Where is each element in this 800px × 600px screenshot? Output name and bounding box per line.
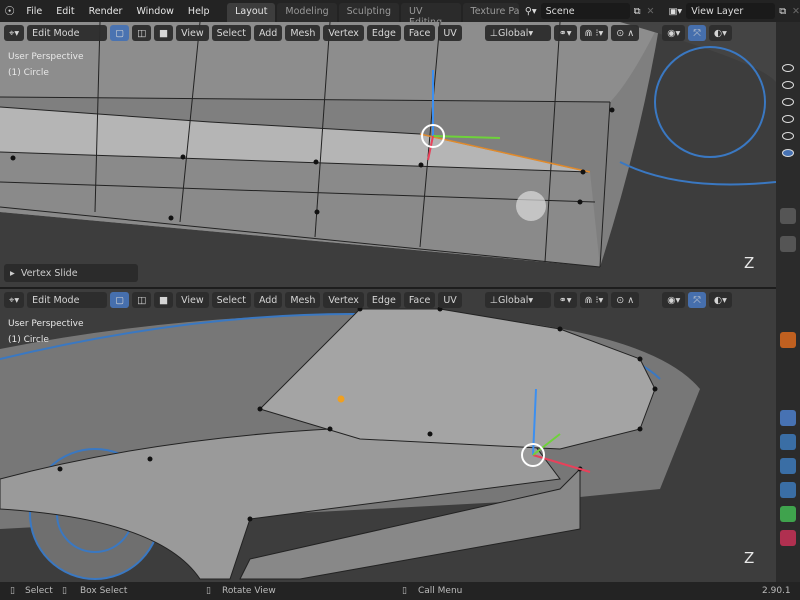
snap-icon[interactable]: ⋒ ⁝▾ [579,25,609,41]
menu-vertex[interactable]: Vertex [323,292,364,308]
tool-tab-icon[interactable] [780,208,796,224]
menu-render[interactable]: Render [82,6,130,17]
status-call-menu: Call Menu [418,586,463,596]
mouse-middle-icon: ▯ [206,586,211,596]
perspective-label: User Perspective [8,52,84,62]
data-tab-icon[interactable] [780,506,796,522]
material-tab-icon[interactable] [780,530,796,546]
mode-dropdown[interactable]: Edit Mode [27,292,108,308]
menu-face[interactable]: Face [403,292,436,308]
visibility-icon[interactable]: ◉▾ [662,25,686,41]
face-select-button[interactable]: ■ [154,292,174,308]
eye-icon[interactable] [782,115,794,123]
menu-face[interactable]: Face [403,25,436,41]
mouse-left-icon: ▯ [10,586,15,596]
copy-scene-icon[interactable]: ⧉ [634,6,641,17]
mode-dropdown[interactable]: Edit Mode [27,25,108,41]
status-select: Select [25,586,53,596]
menu-add[interactable]: Add [253,292,283,308]
proportional-edit-icon[interactable]: ⊙ ∧ [611,25,640,41]
properties-column [776,22,800,582]
viewport-top[interactable]: ⌖▾ Edit Mode ▢ ◫ ■ View Select Add Mesh … [0,22,776,287]
pivot-icon[interactable]: ⚭▾ [553,292,577,308]
menu-edit[interactable]: Edit [49,6,81,17]
overlay-icon[interactable]: ◐▾ [708,292,732,308]
status-bar: ▯ Select ▯ Box Select ▯ Rotate View ▯ Ca… [0,582,800,600]
menu-mesh[interactable]: Mesh [285,292,321,308]
edge-select-button[interactable]: ◫ [132,292,152,308]
viewport-header-top: ⌖▾ Edit Mode ▢ ◫ ■ View Select Add Mesh … [0,22,776,44]
eye-icon[interactable] [782,81,794,89]
viewport-header-bottom: ⌖▾ Edit Mode ▢ ◫ ■ View Select Add Mesh … [0,289,776,311]
scene-field[interactable]: Scene [540,3,630,19]
orientation-dropdown[interactable]: ⊥ Global ▾ [484,292,551,308]
menu-uv[interactable]: UV [438,292,462,308]
proportional-edit-icon[interactable]: ⊙ ∧ [611,292,640,308]
mouse-drag-icon: ▯ [62,586,67,596]
menu-add[interactable]: Add [253,25,283,41]
constraints-tab-icon[interactable] [780,482,796,498]
menu-mesh[interactable]: Mesh [285,25,321,41]
render-tab-icon[interactable] [780,236,796,252]
menu-view[interactable]: View [176,25,209,41]
status-rotate-view: Rotate View [222,586,276,596]
tab-modeling[interactable]: Modeling [277,3,337,22]
snap-icon[interactable]: ⋒ ⁝▾ [579,292,609,308]
mouse-right-icon: ▯ [402,586,407,596]
menu-select[interactable]: Select [211,25,251,41]
mesh-view-bottom [0,306,700,580]
tab-uv-editing[interactable]: UV Editing [401,3,461,28]
copy-view-layer-icon[interactable]: ⧉ [779,6,786,17]
menu-uv[interactable]: UV [438,25,462,41]
physics-tab-icon[interactable] [780,458,796,474]
menu-window[interactable]: Window [129,6,180,17]
mesh-view-top [0,22,776,268]
menu-view[interactable]: View [176,292,209,308]
perspective-label: User Perspective [8,319,84,329]
tab-texture-paint[interactable]: Texture Pa [462,3,519,22]
gizmo-icon[interactable]: ⤧ [688,25,706,41]
pivot-icon[interactable]: ⚭▾ [553,25,577,41]
eye-icon[interactable] [782,132,794,140]
object-tab-icon[interactable] [780,332,796,348]
orientation-dropdown[interactable]: ⊥ Global ▾ [484,25,551,41]
top-bar: ☉ File Edit Render Window Help Layout Mo… [0,0,800,28]
visibility-icon[interactable]: ◉▾ [662,292,686,308]
blender-logo-icon[interactable]: ☉ [0,4,19,18]
gizmo-icon[interactable]: ⤧ [688,292,706,308]
tab-layout[interactable]: Layout [227,3,276,22]
object-label: (1) Circle [8,335,49,345]
view-layer-icon[interactable]: ▣▾ [668,6,682,17]
modifier-tab-icon[interactable] [780,410,796,426]
viewport-bottom[interactable]: ⌖▾ Edit Mode ▢ ◫ ■ View Select Add Mesh … [0,289,776,582]
vertex-select-button[interactable]: ▢ [110,25,130,41]
eye-icon[interactable] [782,149,794,157]
editor-type-button[interactable]: ⌖▾ [4,292,25,308]
particles-tab-icon[interactable] [780,434,796,450]
edge-select-button[interactable]: ◫ [132,25,152,41]
view-layer-field[interactable]: View Layer [686,3,776,19]
status-box-select: Box Select [80,586,128,596]
close-view-layer-icon[interactable]: ✕ [792,6,800,17]
menu-select[interactable]: Select [211,292,251,308]
object-label: (1) Circle [8,68,49,78]
menu-file[interactable]: File [19,6,49,17]
overlay-icon[interactable]: ◐▾ [708,25,732,41]
axis-z-label: Z [744,549,755,567]
menu-edge[interactable]: Edge [366,292,401,308]
eye-icon[interactable] [782,98,794,106]
axis-z-label: Z [744,254,755,272]
menu-edge[interactable]: Edge [366,25,401,41]
menu-vertex[interactable]: Vertex [323,25,364,41]
menu-help[interactable]: Help [181,6,217,17]
editor-type-button[interactable]: ⌖▾ [4,25,25,41]
scene-icon[interactable]: ⚲▾ [525,6,537,17]
operator-panel[interactable]: ▸ Vertex Slide [4,264,138,282]
eye-icon[interactable] [782,64,794,72]
close-scene-icon[interactable]: ✕ [646,6,654,17]
version-label: 2.90.1 [762,586,791,596]
vertex-select-button[interactable]: ▢ [110,292,130,308]
face-select-button[interactable]: ■ [154,25,174,41]
tab-sculpting[interactable]: Sculpting [338,3,400,22]
